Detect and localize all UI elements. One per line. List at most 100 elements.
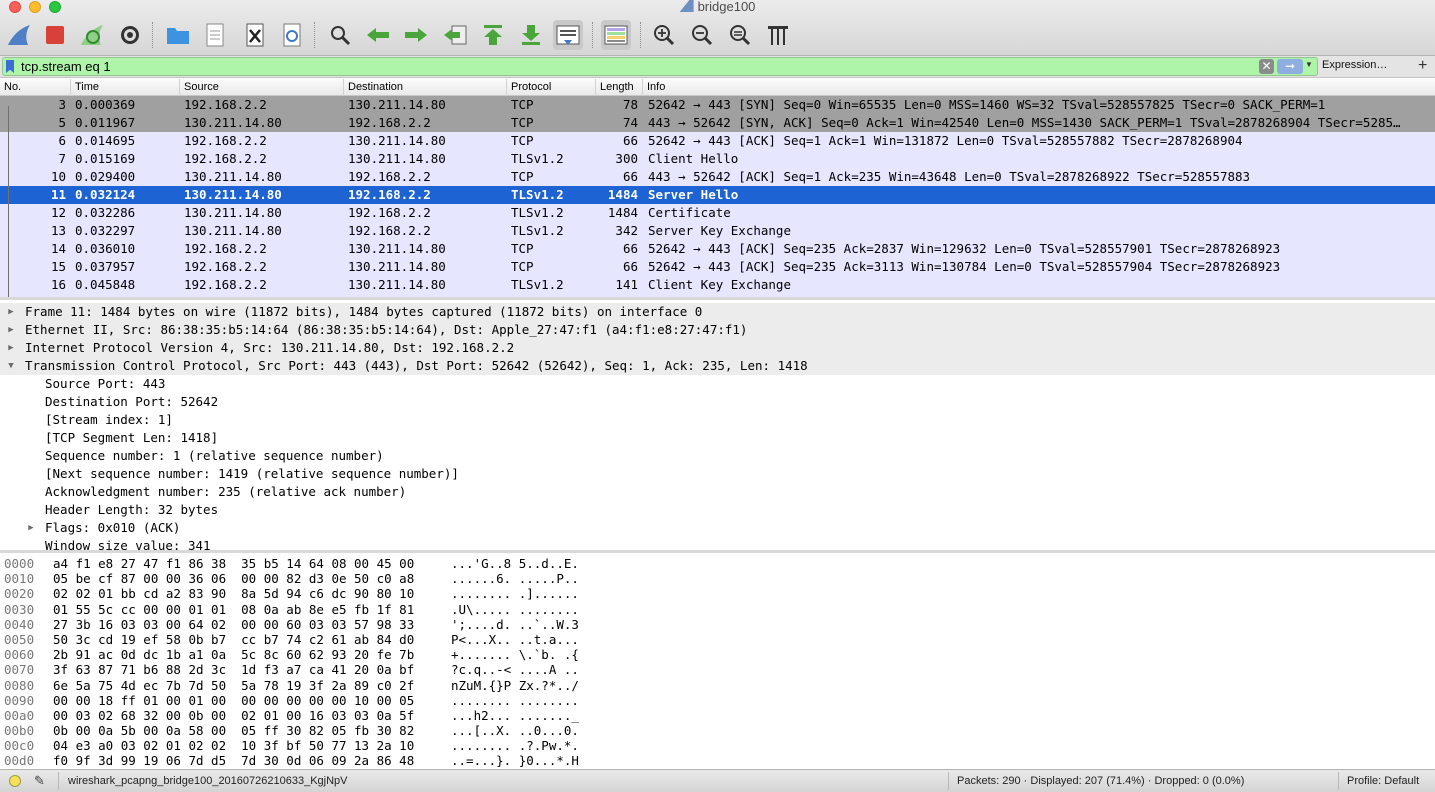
collapse-arrow-icon[interactable]: ▼ <box>5 357 17 375</box>
go-last-button[interactable] <box>516 20 546 50</box>
hex-row[interactable]: 0060 2b 91 ac 0d dc 1b a1 0a 5c 8c 60 62 … <box>0 647 1435 662</box>
detail-protocol-row[interactable]: ▶ Ethernet II, Src: 86:38:35:b5:14:64 (86… <box>0 321 1435 339</box>
capture-options-button[interactable] <box>115 20 145 50</box>
column-header-info[interactable]: Info <box>642 79 665 96</box>
column-header-destination[interactable]: Destination <box>343 79 403 96</box>
packet-row[interactable]: 13 0.032297 130.211.14.80 192.168.2.2 TLSv1.… <box>0 222 1435 240</box>
clear-filter-button[interactable]: ✕ <box>1259 59 1274 74</box>
column-header-no[interactable]: No. <box>0 79 21 96</box>
detail-field-row[interactable]: [Next sequence number: 1419 (relative se… <box>0 465 1435 483</box>
column-header-protocol[interactable]: Protocol <box>506 79 551 96</box>
hex-row[interactable]: 00c0 04 e3 a0 03 02 01 02 02 10 3f bf 50 … <box>0 738 1435 753</box>
expand-arrow-icon[interactable]: ▶ <box>5 303 17 321</box>
expand-arrow-icon[interactable]: ▶ <box>5 321 17 339</box>
hex-row[interactable]: 0080 6e 5a 75 4d ec 7b 7d 50 5a 78 19 3f … <box>0 678 1435 693</box>
column-header-time[interactable]: Time <box>70 79 99 96</box>
zoom-out-button[interactable] <box>687 20 717 50</box>
detail-text: Destination Port: 52642 <box>45 394 219 409</box>
column-header-length[interactable]: Length <box>595 79 634 96</box>
hex-row[interactable]: 0040 27 3b 16 03 03 00 64 02 00 00 60 03 … <box>0 617 1435 632</box>
expand-arrow-icon[interactable]: ▶ <box>25 519 37 537</box>
hex-row[interactable]: 0030 01 55 5c cc 00 00 01 01 08 0a ab 8e … <box>0 602 1435 617</box>
close-file-button[interactable] <box>240 20 270 50</box>
profile-label[interactable]: Profile: Default <box>1347 775 1419 787</box>
packet-row[interactable]: 5 0.011967 130.211.14.80 192.168.2.2 TCP 74 44… <box>0 114 1435 132</box>
detail-field-row[interactable]: [Stream index: 1] <box>0 411 1435 429</box>
start-capture-button[interactable] <box>4 20 34 50</box>
packet-cell-info: 52642 → 443 [ACK] Seq=235 Ack=2837 Win=1… <box>648 241 1281 256</box>
packet-row[interactable]: 170.045903192.168.2.2130.211.14.80TLSv1.… <box>0 294 1435 297</box>
zoom-in-button[interactable] <box>649 20 679 50</box>
hex-ascii: ........ ........ <box>451 692 579 708</box>
display-filter-input[interactable] <box>21 59 1251 74</box>
add-filter-button[interactable]: + <box>1418 56 1427 76</box>
filter-history-dropdown[interactable]: ▼ <box>1303 56 1315 73</box>
stop-capture-button[interactable] <box>40 20 70 50</box>
hex-row[interactable]: 00d0 f0 9f 3d 99 19 06 7d d5 7d 30 0d 06 … <box>0 753 1435 768</box>
resize-columns-button[interactable] <box>763 20 793 50</box>
detail-field-row[interactable]: Destination Port: 52642 <box>0 393 1435 411</box>
detail-field-row[interactable]: Window size value: 341 <box>0 537 1435 550</box>
hex-bytes: 01 55 5c cc 00 00 01 01 08 0a ab 8e e5 f… <box>53 601 415 617</box>
reload-file-button[interactable] <box>277 20 307 50</box>
hex-ascii: nZuM.{}P Zx.?*../ <box>451 677 579 693</box>
hex-row[interactable]: 0000 a4 f1 e8 27 47 f1 86 38 35 b5 14 64 … <box>0 556 1435 571</box>
save-file-button[interactable] <box>200 20 230 50</box>
find-packet-button[interactable] <box>325 20 355 50</box>
hex-row[interactable]: 00b0 0b 00 0a 5b 00 0a 58 00 05 ff 30 82 … <box>0 723 1435 738</box>
edit-comment-icon[interactable]: ✎ <box>34 773 45 789</box>
packet-row[interactable]: 10 0.029400 130.211.14.80 192.168.2.2 TCP 66 4… <box>0 168 1435 186</box>
packet-row[interactable]: 6 0.014695 192.168.2.2 130.211.14.80 TCP 66 52… <box>0 132 1435 150</box>
hex-row[interactable]: 0020 02 02 01 bb cd a2 83 90 8a 5d 94 c6 … <box>0 586 1435 601</box>
packet-cell-src: 130.211.14.80 <box>184 223 282 238</box>
packet-cell-time: 0.037957 <box>75 259 136 274</box>
status-bar: ✎ wireshark_pcapng_bridge100_20160726210… <box>0 769 1435 792</box>
packet-row[interactable]: 7 0.015169 192.168.2.2 130.211.14.80 TLSv1.2… <box>0 150 1435 168</box>
expand-arrow-icon[interactable]: ▶ <box>5 339 17 357</box>
detail-field-row[interactable]: Acknowledgment number: 235 (relative ack… <box>0 483 1435 501</box>
packet-row[interactable]: 3 0.000369 192.168.2.2 130.211.14.80 TCP 78 52… <box>0 96 1435 114</box>
detail-field-row[interactable]: ▶ Flags: 0x010 (ACK) <box>0 519 1435 537</box>
arrow-right-icon <box>405 28 427 42</box>
hex-row[interactable]: 0070 3f 63 87 71 b6 88 2d 3c 1d f3 a7 ca … <box>0 662 1435 677</box>
hex-row[interactable]: 0090 00 00 18 ff 01 00 01 00 00 00 00 00 … <box>0 693 1435 708</box>
packet-row[interactable]: 14 0.036010 192.168.2.2 130.211.14.80 TCP 66 5… <box>0 240 1435 258</box>
autoscroll-button[interactable] <box>553 20 583 50</box>
go-forward-button[interactable] <box>401 20 431 50</box>
detail-field-row[interactable]: Sequence number: 1 (relative sequence nu… <box>0 447 1435 465</box>
hex-row[interactable]: 00a0 00 03 02 68 32 00 0b 00 02 01 00 16 … <box>0 708 1435 723</box>
bookmark-icon[interactable] <box>6 60 14 73</box>
detail-field-row[interactable]: [TCP Segment Len: 1418] <box>0 429 1435 447</box>
detail-protocol-row[interactable]: ▶ Internet Protocol Version 4, Src: 130.2… <box>0 339 1435 357</box>
detail-protocol-row[interactable]: ▼ Transmission Control Protocol, Src Port… <box>0 357 1435 375</box>
packet-cell-len: 342 <box>615 223 638 238</box>
expression-button[interactable]: Expression… <box>1322 59 1387 71</box>
status-divider <box>58 772 59 790</box>
packet-row[interactable]: 15 0.037957 192.168.2.2 130.211.14.80 TCP 66 5… <box>0 258 1435 276</box>
restart-capture-button[interactable] <box>77 20 107 50</box>
column-header-source[interactable]: Source <box>179 79 219 96</box>
packet-row[interactable]: 16 0.045848 192.168.2.2 130.211.14.80 TLSv1.… <box>0 276 1435 294</box>
packet-cell-len: 300 <box>615 151 638 166</box>
detail-protocol-row[interactable]: ▶ Frame 11: 1484 bytes on wire (11872 bit… <box>0 303 1435 321</box>
packet-cell-src: 192.168.2.2 <box>184 241 267 256</box>
hex-row[interactable]: 0010 05 be cf 87 00 00 36 06 00 00 82 d3 … <box>0 571 1435 586</box>
go-to-packet-button[interactable] <box>440 20 470 50</box>
go-first-button[interactable] <box>478 20 508 50</box>
go-to-icon <box>444 25 467 45</box>
apply-filter-button[interactable]: ➞ <box>1277 59 1303 74</box>
hex-row[interactable]: 0050 50 3c cd 19 ef 58 0b b7 cc b7 74 c2 … <box>0 632 1435 647</box>
packet-cell-src: 130.211.14.80 <box>184 205 282 220</box>
colorize-button[interactable] <box>601 20 631 50</box>
packet-cell-len: 1484 <box>607 205 638 220</box>
hex-off: 00c0 <box>4 738 35 754</box>
expert-info-led-icon[interactable] <box>9 775 21 787</box>
detail-field-row[interactable]: Source Port: 443 <box>0 375 1435 393</box>
packet-row[interactable]: 12 0.032286 130.211.14.80 192.168.2.2 TLSv1.… <box>0 204 1435 222</box>
open-file-button[interactable] <box>163 20 193 50</box>
packet-row[interactable]: 11 0.032124 130.211.14.80 192.168.2.2 TLSv1.… <box>0 186 1435 204</box>
zoom-normal-button[interactable] <box>725 20 755 50</box>
hex-bytes: f0 9f 3d 99 19 06 7d d5 7d 30 0d 06 09 2… <box>53 753 415 769</box>
detail-field-row[interactable]: Header Length: 32 bytes <box>0 501 1435 519</box>
go-back-button[interactable] <box>363 20 393 50</box>
